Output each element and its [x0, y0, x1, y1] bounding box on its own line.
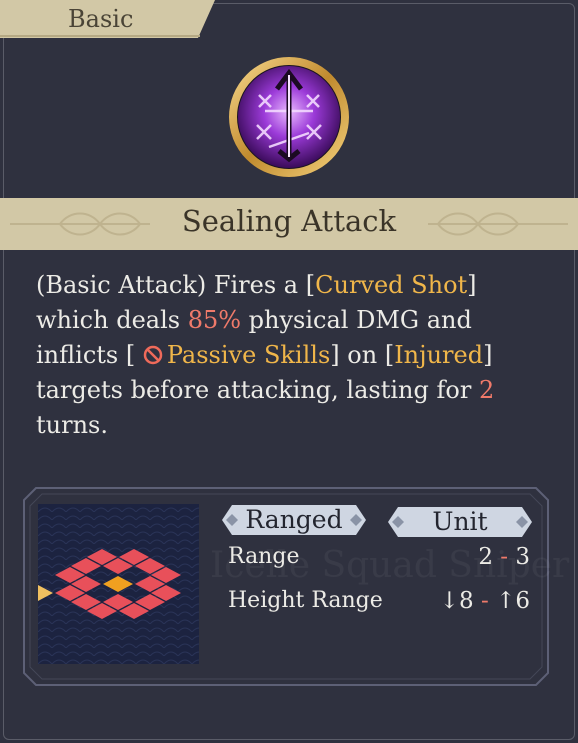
- arrow-rune-emblem-icon: [227, 55, 351, 179]
- keyword-passive-skills: Passive Skills: [166, 341, 331, 369]
- title-band: Sealing Attack: [0, 198, 578, 250]
- turns-value: 2: [478, 376, 495, 404]
- desc-turns: turns.: [36, 411, 108, 439]
- damage-percent: 85%: [187, 306, 242, 334]
- category-tag: Basic: [0, 0, 215, 40]
- target-type-pill: Unit: [386, 505, 534, 539]
- range-separator: -: [500, 544, 509, 570]
- height-down: ↓8: [439, 588, 474, 614]
- attack-type-pill: Ranged: [220, 503, 368, 537]
- height-up: ↑6: [496, 588, 530, 614]
- stat-row-range: Range 2 - 3: [228, 544, 530, 574]
- prohibited-icon: [143, 340, 163, 365]
- stat-row-height: Height Range ↓8 - ↑6: [228, 588, 530, 618]
- category-label: Basic: [68, 5, 134, 33]
- skill-title: Sealing Attack: [181, 204, 397, 238]
- skill-card: Basic Sealing Attack (Basic Attack) Fire…: [0, 0, 578, 743]
- target-type-label: Unit: [432, 507, 488, 536]
- height-separator: -: [481, 588, 489, 614]
- keyword-curved-shot: Curved Shot: [315, 271, 468, 299]
- height-range-label: Height Range: [228, 588, 383, 613]
- desc-targets: targets before attacking, lasting for: [36, 376, 479, 404]
- desc-on: on: [339, 341, 385, 369]
- range-max: 3: [515, 544, 530, 570]
- skill-description: (Basic Attack) Fires a [Curved Shot] whi…: [36, 271, 495, 439]
- range-label: Range: [228, 544, 300, 569]
- range-pattern-grid: [38, 504, 199, 664]
- keyword-injured: Injured: [394, 341, 484, 369]
- attack-type-label: Ranged: [245, 505, 343, 534]
- range-pattern-svg: [38, 504, 199, 664]
- desc-deals: which deals: [36, 306, 188, 334]
- desc-prefix: (Basic Attack) Fires a: [36, 271, 306, 299]
- range-min: 2: [478, 544, 493, 570]
- range-value: 2 - 3: [478, 544, 530, 570]
- height-range-value: ↓8 - ↑6: [440, 588, 530, 614]
